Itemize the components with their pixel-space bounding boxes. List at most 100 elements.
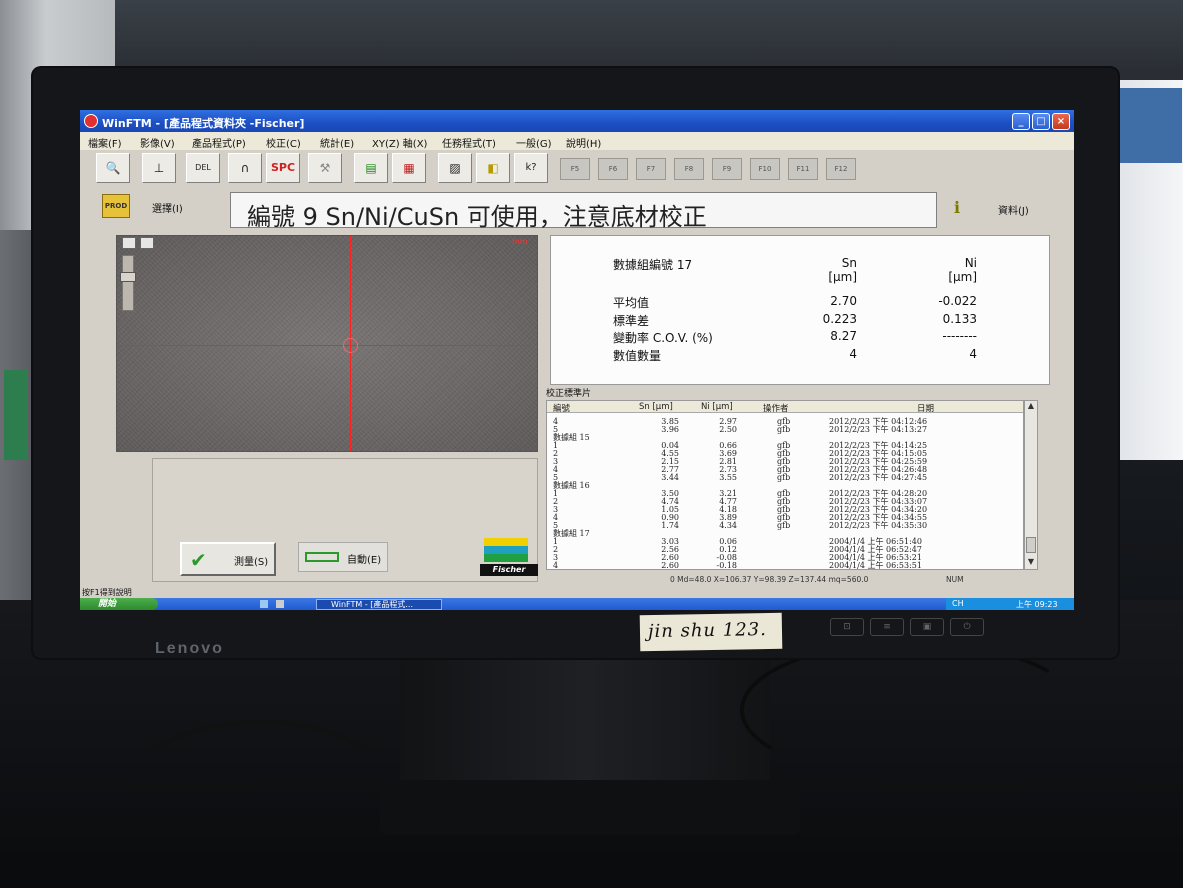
language-indicator[interactable]: CH [952,599,964,608]
f7-button[interactable]: F7 [636,158,666,180]
monitor-brand: Lenovo [155,640,224,657]
table-scrollbar[interactable]: ▲ ▼ [1024,400,1038,570]
scroll-up-icon[interactable]: ▲ [1025,401,1037,413]
wrench-icon[interactable]: ⚒ [308,153,342,183]
graph-icon[interactable]: ⊥ [142,153,176,183]
stat-value-ni: 0.133 [942,312,977,326]
help-hint: 按F1得到說明 [80,587,280,597]
toolbar: 🔍 ⊥ DEL ∩ SPC ⚒ ▤ ▦ ▨ ◧ k? F5 F6 F7 F8 F… [80,150,1074,186]
column-header[interactable]: Ni [μm] [701,402,733,412]
close-button[interactable]: × [1052,113,1070,130]
printer-setup-icon[interactable]: ▦ [392,153,426,183]
coordinates-readout: 0 Md=48.0 X=106.37 Y=98.39 Z=137.44 mq=5… [670,575,869,584]
stat-value-ni: -------- [942,329,977,343]
delete-tool-button[interactable]: DEL [186,153,220,183]
product-bar: PROD 選擇(I) 編號 9 Sn/Ni/CuSn 可使用，注意底材校正 ℹ … [80,188,1074,232]
camera-icon[interactable] [140,237,154,249]
f8-button[interactable]: F8 [674,158,704,180]
table-header: 編號 Sn [μm] Ni [μm] 操作者 日期 [547,401,1023,414]
column-header[interactable]: 日期 [917,402,934,414]
menu-general[interactable]: 一般(G) [516,135,552,150]
context-help-label: k? [525,162,537,173]
select-button[interactable]: 選擇(I) [152,200,183,215]
title-bar: WinFTM - [產品程式資料夾 -Fischer] _ □ × [80,110,1074,132]
stat-value-sn: 0.223 [822,312,857,326]
printer-icon[interactable]: ▤ [354,153,388,183]
fischer-logo-text: Fischer [480,564,538,576]
scroll-thumb[interactable] [1026,537,1036,553]
notes-icon[interactable]: ◧ [476,153,510,183]
f11-button[interactable]: F11 [788,158,818,180]
stat-value-sn: 4 [849,347,857,361]
menu-calibrate[interactable]: 校正(C) [266,135,301,150]
column-header[interactable]: 編號 [553,402,570,414]
chart-export-icon[interactable]: ▨ [438,153,472,183]
product-message: 編號 9 Sn/Ni/CuSn 可使用，注意底材校正 [230,192,937,231]
auto-icon [305,552,339,562]
cable [740,640,1080,780]
start-button[interactable]: 開始 [80,598,158,610]
table-row[interactable]: 4 2.60 -0.18 2004/1/4 上午 06:53:51 [547,561,1023,570]
handwritten-label-text: jin shu 123. [647,619,768,643]
f5-button[interactable]: F5 [560,158,590,180]
col-ni-unit: [μm] [948,270,977,284]
col-sn-name: Sn [841,256,857,270]
auto-button[interactable]: 自動(E) [298,542,388,572]
zoom-slider-thumb[interactable] [120,272,136,282]
logo-layer [484,554,528,562]
app-icon [84,114,98,128]
monitor-control-button[interactable]: ▣ [910,618,944,636]
calibration-standards-title: 校正標準片 [546,389,592,399]
scroll-down-icon[interactable]: ▼ [1025,557,1037,569]
menu-help[interactable]: 說明(H) [566,135,601,150]
delete-tool-label: DEL [195,163,211,172]
crosshair-horizontal [117,345,537,346]
numlock-indicator: NUM [946,575,964,584]
column-header[interactable]: 操作者 [763,402,789,414]
monitor-stand-base [380,780,800,835]
spc-button[interactable]: SPC [266,153,300,183]
context-help-button[interactable]: k? [514,153,548,183]
camera-view[interactable] [116,235,538,452]
table-cell: 2.60 [661,561,679,570]
monitor-power-button[interactable]: ⏻ [950,618,984,636]
clock: 上午 09:23 [1016,600,1058,609]
auto-label: 自動(E) [347,555,382,566]
cable [110,720,410,888]
f6-button[interactable]: F6 [598,158,628,180]
maximize-button[interactable]: □ [1032,113,1050,130]
measure-button[interactable]: ✔ 測量(S) [180,542,276,576]
table-cell: -0.18 [716,561,737,570]
data-button[interactable]: 資料(J) [998,202,1029,217]
stat-value-ni: 4 [969,347,977,361]
product-icon[interactable]: PROD [102,194,130,218]
monitor-control-button[interactable]: ⊡ [830,618,864,636]
stat-value-sn: 8.27 [830,329,857,343]
zoom-slider[interactable] [122,255,134,311]
f9-button[interactable]: F9 [712,158,742,180]
col-ni-name: Ni [964,256,977,270]
column-header[interactable]: Sn [μm] [639,402,673,412]
monitor-stand [400,640,770,800]
desktop-icon[interactable] [276,600,284,608]
menu-file[interactable]: 檔案(F) [88,135,122,150]
magnifier-icon[interactable]: 🔍 [96,153,130,183]
menu-product[interactable]: 產品程式(P) [192,135,246,150]
status-line: 0 Md=48.0 X=106.37 Y=98.39 Z=137.44 mq=5… [546,574,1072,586]
f12-button[interactable]: F12 [826,158,856,180]
stat-label: 標準差 [613,314,650,328]
menu-image[interactable]: 影像(V) [140,135,175,150]
monitor-control-button[interactable]: ≡ [870,618,904,636]
f10-button[interactable]: F10 [750,158,780,180]
menu-xy-axis[interactable]: XY(Z) 軸(X) [372,135,427,150]
grid-icon[interactable] [122,237,136,249]
menu-tasks[interactable]: 任務程式(T) [442,135,496,150]
minimize-button[interactable]: _ [1012,113,1030,130]
ie-icon[interactable] [260,600,268,608]
taskbar-item-winftm[interactable]: WinFTM - [產品程式... [316,599,442,610]
distribution-icon[interactable]: ∩ [228,153,262,183]
info-icon[interactable]: ℹ [944,198,970,222]
table-cell: 4 [553,561,559,570]
taskbar: 開始 WinFTM - [產品程式... CH 上午 09:23 [80,598,1074,610]
menu-statistics[interactable]: 統計(E) [320,135,354,150]
